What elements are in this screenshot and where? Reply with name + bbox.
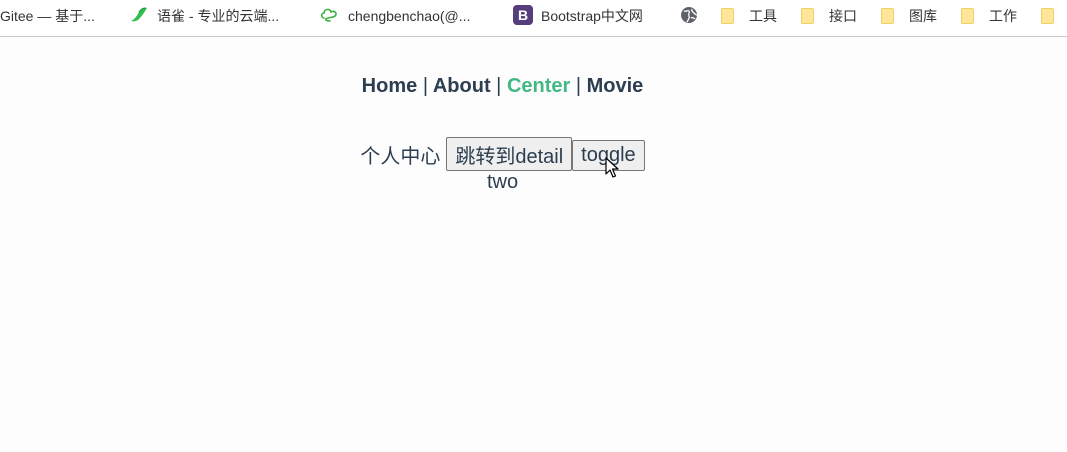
bookmark-label: Bootstrap中文网 (541, 8, 643, 24)
toggled-content: two (486, 171, 519, 193)
bookmark-yuque[interactable]: 语雀 - 专业的云端... (129, 0, 279, 32)
toggle-button[interactable]: toggle (572, 140, 645, 171)
bookmark-label: 接口 (829, 8, 857, 24)
cloud-logo-icon (320, 7, 340, 26)
bootstrap-icon: B (513, 4, 533, 28)
bookmark-folder-tools[interactable]: 工具 (721, 0, 777, 32)
bookmark-label: 图库 (909, 8, 937, 24)
nav-link-center[interactable]: Center (507, 75, 570, 97)
bookmark-folder-gallery[interactable]: 图库 (881, 0, 937, 32)
nav-separator: | (496, 75, 502, 97)
nav-link-movie[interactable]: Movie (587, 75, 644, 97)
center-controls-row: 个人中心 跳转到detail toggle (0, 137, 1005, 171)
page-title: 个人中心 (360, 145, 441, 168)
bookmark-folder-work[interactable]: 工作 (961, 0, 1017, 32)
bookmark-bootstrap[interactable]: B Bootstrap中文网 (513, 0, 643, 32)
folder-icon (1041, 8, 1054, 24)
bookmarks-bar: Gitee — 基于... 语雀 - 专业的云端... chengbenchao… (0, 0, 1067, 37)
bookmark-label: 语雀 - 专业的云端... (157, 8, 280, 24)
nav-link-home[interactable]: Home (362, 75, 418, 97)
bookmark-folder-api[interactable]: 接口 (801, 0, 857, 32)
bookmark-label: 工作 (989, 8, 1017, 24)
bookmark-chengbenchao[interactable]: chengbenchao(@... (320, 0, 470, 32)
nav-separator: | (422, 75, 429, 97)
folder-icon (721, 8, 734, 24)
bookmark-folder-overflow[interactable] (1041, 0, 1062, 32)
folder-icon (801, 8, 814, 24)
svg-text:B: B (518, 7, 528, 23)
yuque-bird-icon (129, 6, 149, 27)
go-to-detail-button[interactable]: 跳转到detail (446, 137, 573, 171)
folder-icon (961, 8, 974, 24)
bookmark-globe[interactable] (680, 0, 706, 32)
folder-icon (881, 8, 894, 24)
bookmark-label: 工具 (749, 8, 777, 24)
bookmark-label: Gitee — 基于... (0, 8, 95, 24)
main-nav: Home | About | Center | Movie (0, 75, 1005, 98)
nav-separator: | (575, 75, 582, 97)
nav-link-about[interactable]: About (433, 75, 491, 97)
center-page: 个人中心 跳转到detail toggle two (0, 137, 1005, 193)
globe-icon (680, 6, 698, 27)
bookmark-label: chengbenchao(@... (348, 8, 471, 24)
bookmark-gitee[interactable]: Gitee — 基于... (0, 0, 95, 32)
